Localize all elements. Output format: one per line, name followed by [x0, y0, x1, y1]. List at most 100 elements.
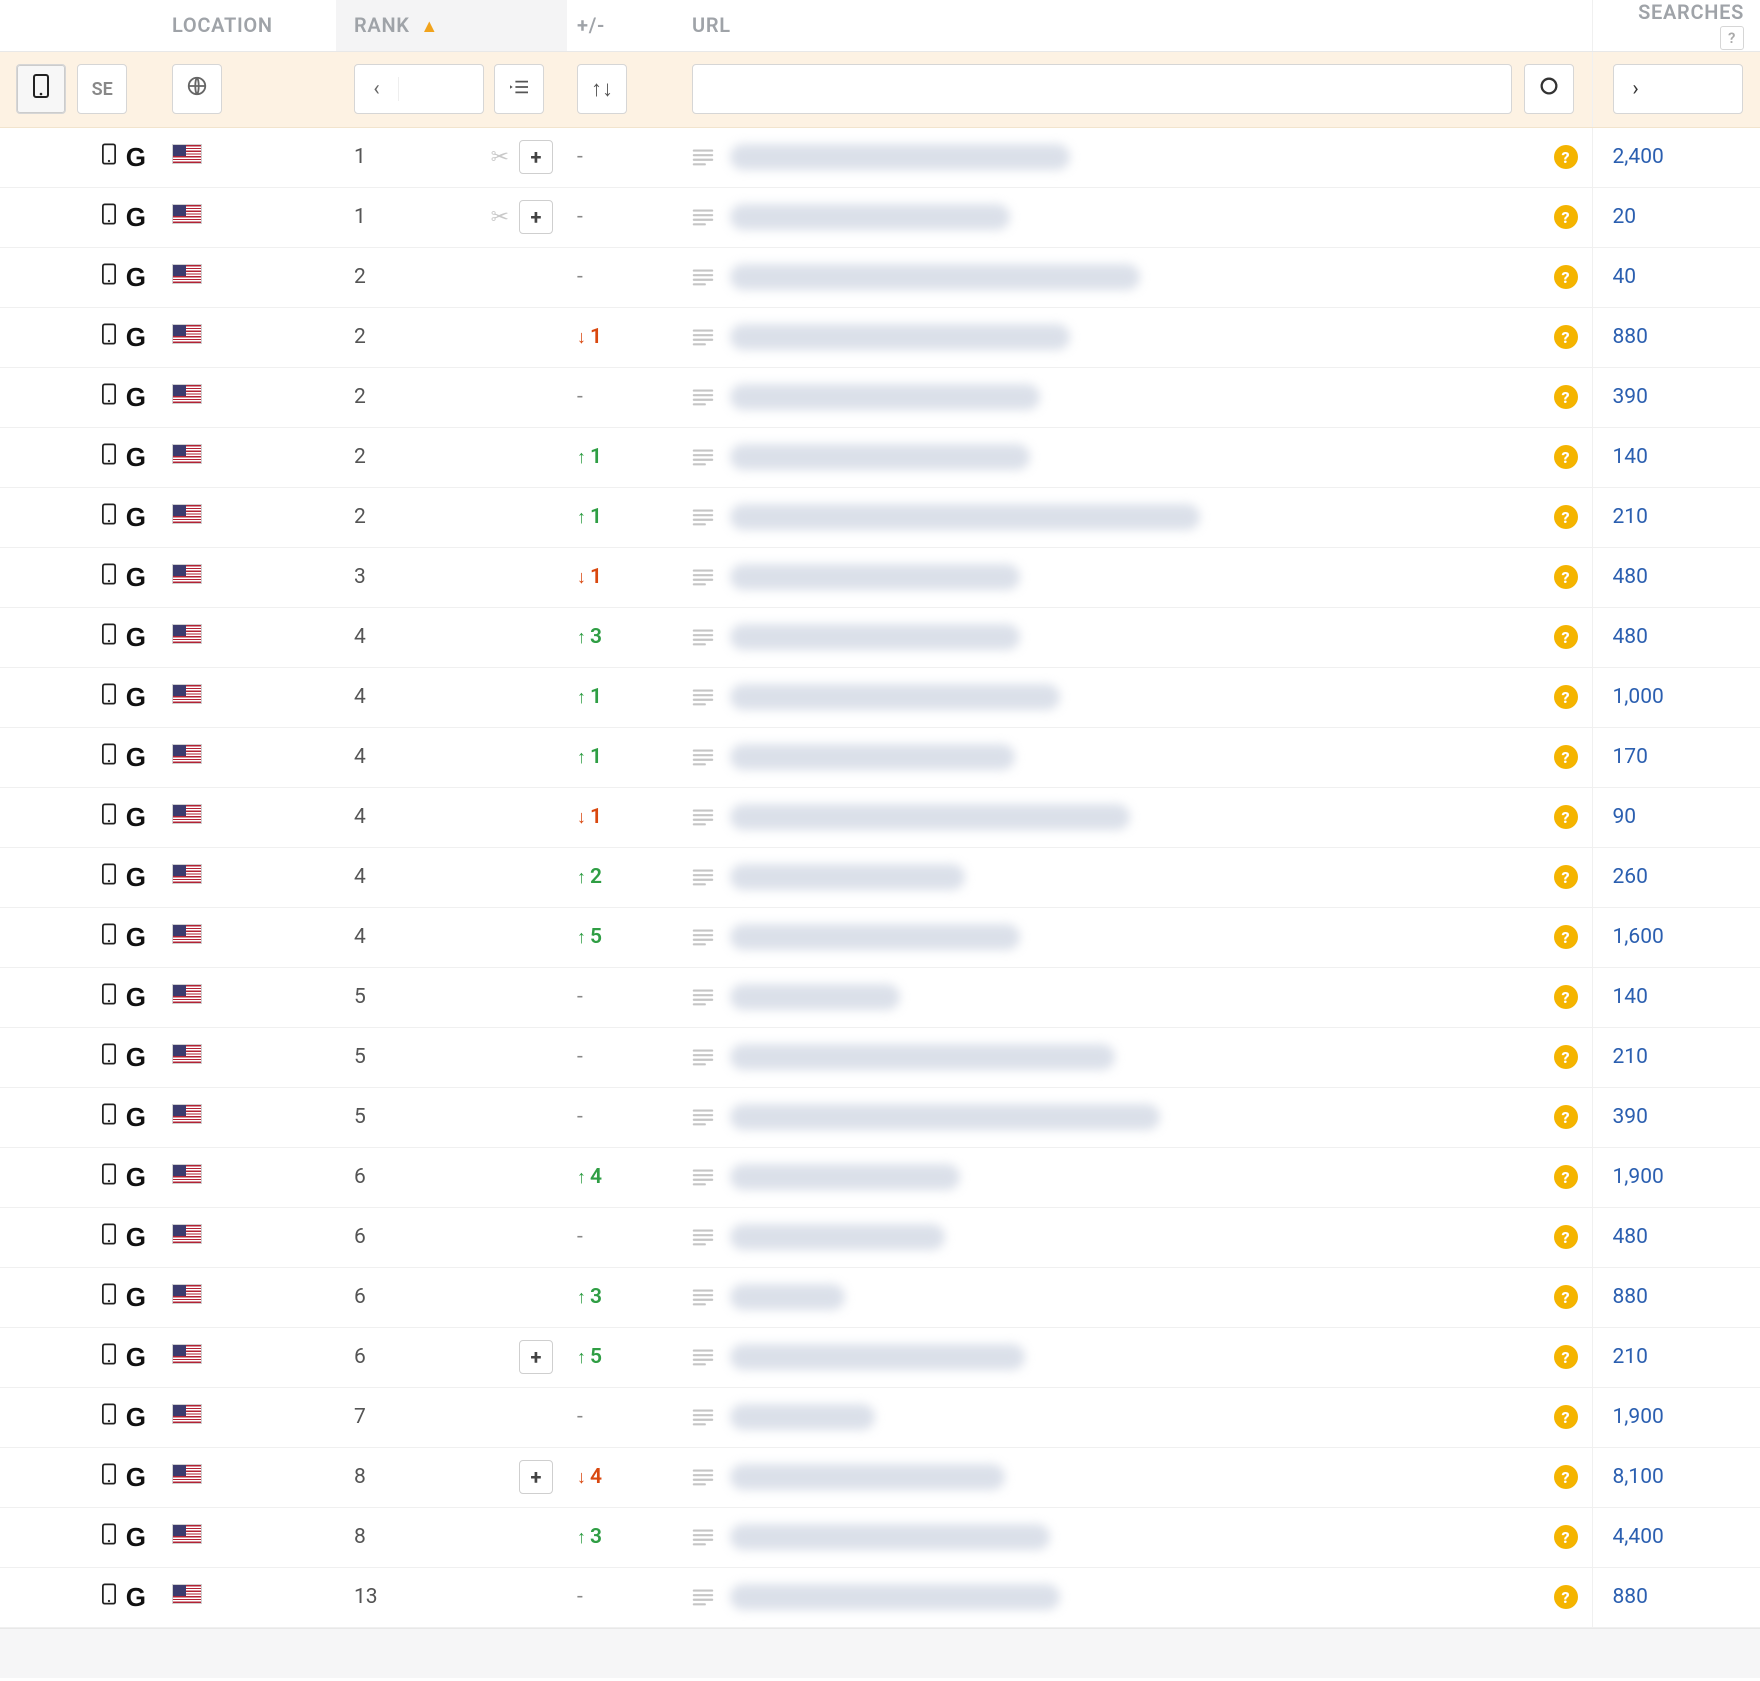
- rank-filter-input[interactable]: ‹: [354, 64, 484, 114]
- serp-preview-icon[interactable]: [692, 447, 714, 467]
- searches-value[interactable]: 880: [1613, 1585, 1648, 1609]
- table-row[interactable]: G6+↑5?210: [0, 1327, 1760, 1387]
- serp-preview-icon[interactable]: [692, 1107, 714, 1127]
- table-row[interactable]: G2-?390: [0, 367, 1760, 427]
- info-warning-icon[interactable]: ?: [1554, 625, 1578, 649]
- serp-preview-icon[interactable]: [692, 387, 714, 407]
- table-row[interactable]: G6↑3?880: [0, 1267, 1760, 1327]
- info-warning-icon[interactable]: ?: [1554, 565, 1578, 589]
- table-row[interactable]: G6↑4?1,900: [0, 1147, 1760, 1207]
- serp-preview-icon[interactable]: [692, 507, 714, 527]
- table-row[interactable]: G4↑5?1,600: [0, 907, 1760, 967]
- searches-value[interactable]: 480: [1613, 565, 1648, 589]
- url-search-input[interactable]: [692, 64, 1512, 114]
- serp-preview-icon[interactable]: [692, 867, 714, 887]
- searches-value[interactable]: 210: [1613, 1045, 1648, 1069]
- add-button[interactable]: +: [519, 1460, 553, 1494]
- table-row[interactable]: G2↓1?880: [0, 307, 1760, 367]
- info-warning-icon[interactable]: ?: [1554, 745, 1578, 769]
- device-mobile-filter-button[interactable]: [16, 64, 66, 114]
- serp-preview-icon[interactable]: [692, 987, 714, 1007]
- info-warning-icon[interactable]: ?: [1554, 265, 1578, 289]
- searches-value[interactable]: 2,400: [1613, 145, 1664, 169]
- searches-value[interactable]: 40: [1613, 265, 1637, 289]
- search-engine-filter-button[interactable]: SE: [77, 64, 127, 114]
- table-row[interactable]: G4↓1?90: [0, 787, 1760, 847]
- info-warning-icon[interactable]: ?: [1554, 385, 1578, 409]
- searches-value[interactable]: 8,100: [1613, 1465, 1664, 1489]
- table-row[interactable]: G2↑1?140: [0, 427, 1760, 487]
- table-row[interactable]: G2↑1?210: [0, 487, 1760, 547]
- chevron-left-icon[interactable]: ‹: [355, 77, 399, 101]
- info-warning-icon[interactable]: ?: [1554, 1525, 1578, 1549]
- info-warning-icon[interactable]: ?: [1554, 685, 1578, 709]
- table-row[interactable]: G6-?480: [0, 1207, 1760, 1267]
- serp-preview-icon[interactable]: [692, 267, 714, 287]
- col-header-searches[interactable]: SEARCHES ?: [1592, 0, 1760, 51]
- searches-filter-input[interactable]: ›: [1613, 64, 1743, 114]
- serp-preview-icon[interactable]: [692, 1587, 714, 1607]
- location-filter-button[interactable]: [172, 64, 222, 114]
- searches-value[interactable]: 20: [1613, 205, 1637, 229]
- info-warning-icon[interactable]: ?: [1554, 325, 1578, 349]
- table-row[interactable]: G13-?880: [0, 1567, 1760, 1627]
- info-warning-icon[interactable]: ?: [1554, 145, 1578, 169]
- searches-value[interactable]: 390: [1613, 385, 1648, 409]
- searches-value[interactable]: 1,600: [1613, 925, 1664, 949]
- serp-preview-icon[interactable]: [692, 147, 714, 167]
- searches-value[interactable]: 390: [1613, 1105, 1648, 1129]
- info-warning-icon[interactable]: ?: [1554, 1405, 1578, 1429]
- table-row[interactable]: G5-?140: [0, 967, 1760, 1027]
- info-warning-icon[interactable]: ?: [1554, 1225, 1578, 1249]
- searches-value[interactable]: 880: [1613, 325, 1648, 349]
- info-warning-icon[interactable]: ?: [1554, 1465, 1578, 1489]
- add-button[interactable]: +: [519, 1340, 553, 1374]
- searches-value[interactable]: 1,900: [1613, 1165, 1664, 1189]
- add-button[interactable]: +: [519, 140, 553, 174]
- info-warning-icon[interactable]: ?: [1554, 1585, 1578, 1609]
- serp-preview-icon[interactable]: [692, 627, 714, 647]
- table-row[interactable]: G8↑3?4,400: [0, 1507, 1760, 1567]
- scissors-icon[interactable]: ✂: [491, 205, 509, 230]
- info-warning-icon[interactable]: ?: [1554, 1345, 1578, 1369]
- table-row[interactable]: G8+↓4?8,100: [0, 1447, 1760, 1507]
- serp-preview-icon[interactable]: [692, 1467, 714, 1487]
- searches-value[interactable]: 90: [1613, 805, 1637, 829]
- url-filter-button[interactable]: [1524, 64, 1574, 114]
- col-header-rank[interactable]: RANK ▲: [336, 0, 567, 51]
- searches-value[interactable]: 1,900: [1613, 1405, 1664, 1429]
- info-warning-icon[interactable]: ?: [1554, 205, 1578, 229]
- serp-preview-icon[interactable]: [692, 1347, 714, 1367]
- info-warning-icon[interactable]: ?: [1554, 805, 1578, 829]
- searches-value[interactable]: 260: [1613, 865, 1648, 889]
- info-warning-icon[interactable]: ?: [1554, 1045, 1578, 1069]
- table-row[interactable]: G4↑1?170: [0, 727, 1760, 787]
- info-warning-icon[interactable]: ?: [1554, 445, 1578, 469]
- searches-value[interactable]: 480: [1613, 1225, 1648, 1249]
- searches-value[interactable]: 170: [1613, 745, 1648, 769]
- info-warning-icon[interactable]: ?: [1554, 925, 1578, 949]
- serp-preview-icon[interactable]: [692, 327, 714, 347]
- serp-preview-icon[interactable]: [692, 1527, 714, 1547]
- table-row[interactable]: G1✂+-?20: [0, 187, 1760, 247]
- table-row[interactable]: G3↓1?480: [0, 547, 1760, 607]
- help-icon[interactable]: ?: [1720, 26, 1744, 50]
- serp-preview-icon[interactable]: [692, 927, 714, 947]
- col-header-url[interactable]: URL: [682, 0, 1592, 51]
- change-filter-button[interactable]: ↑↓: [577, 64, 627, 114]
- rank-list-button[interactable]: [494, 64, 544, 114]
- info-warning-icon[interactable]: ?: [1554, 505, 1578, 529]
- table-row[interactable]: G2-?40: [0, 247, 1760, 307]
- col-header-change[interactable]: +/-: [567, 0, 682, 51]
- table-row[interactable]: G1✂+-?2,400: [0, 127, 1760, 187]
- searches-value[interactable]: 4,400: [1613, 1525, 1664, 1549]
- info-warning-icon[interactable]: ?: [1554, 1285, 1578, 1309]
- serp-preview-icon[interactable]: [692, 1047, 714, 1067]
- info-warning-icon[interactable]: ?: [1554, 865, 1578, 889]
- info-warning-icon[interactable]: ?: [1554, 985, 1578, 1009]
- serp-preview-icon[interactable]: [692, 687, 714, 707]
- serp-preview-icon[interactable]: [692, 747, 714, 767]
- serp-preview-icon[interactable]: [692, 807, 714, 827]
- add-button[interactable]: +: [519, 200, 553, 234]
- serp-preview-icon[interactable]: [692, 207, 714, 227]
